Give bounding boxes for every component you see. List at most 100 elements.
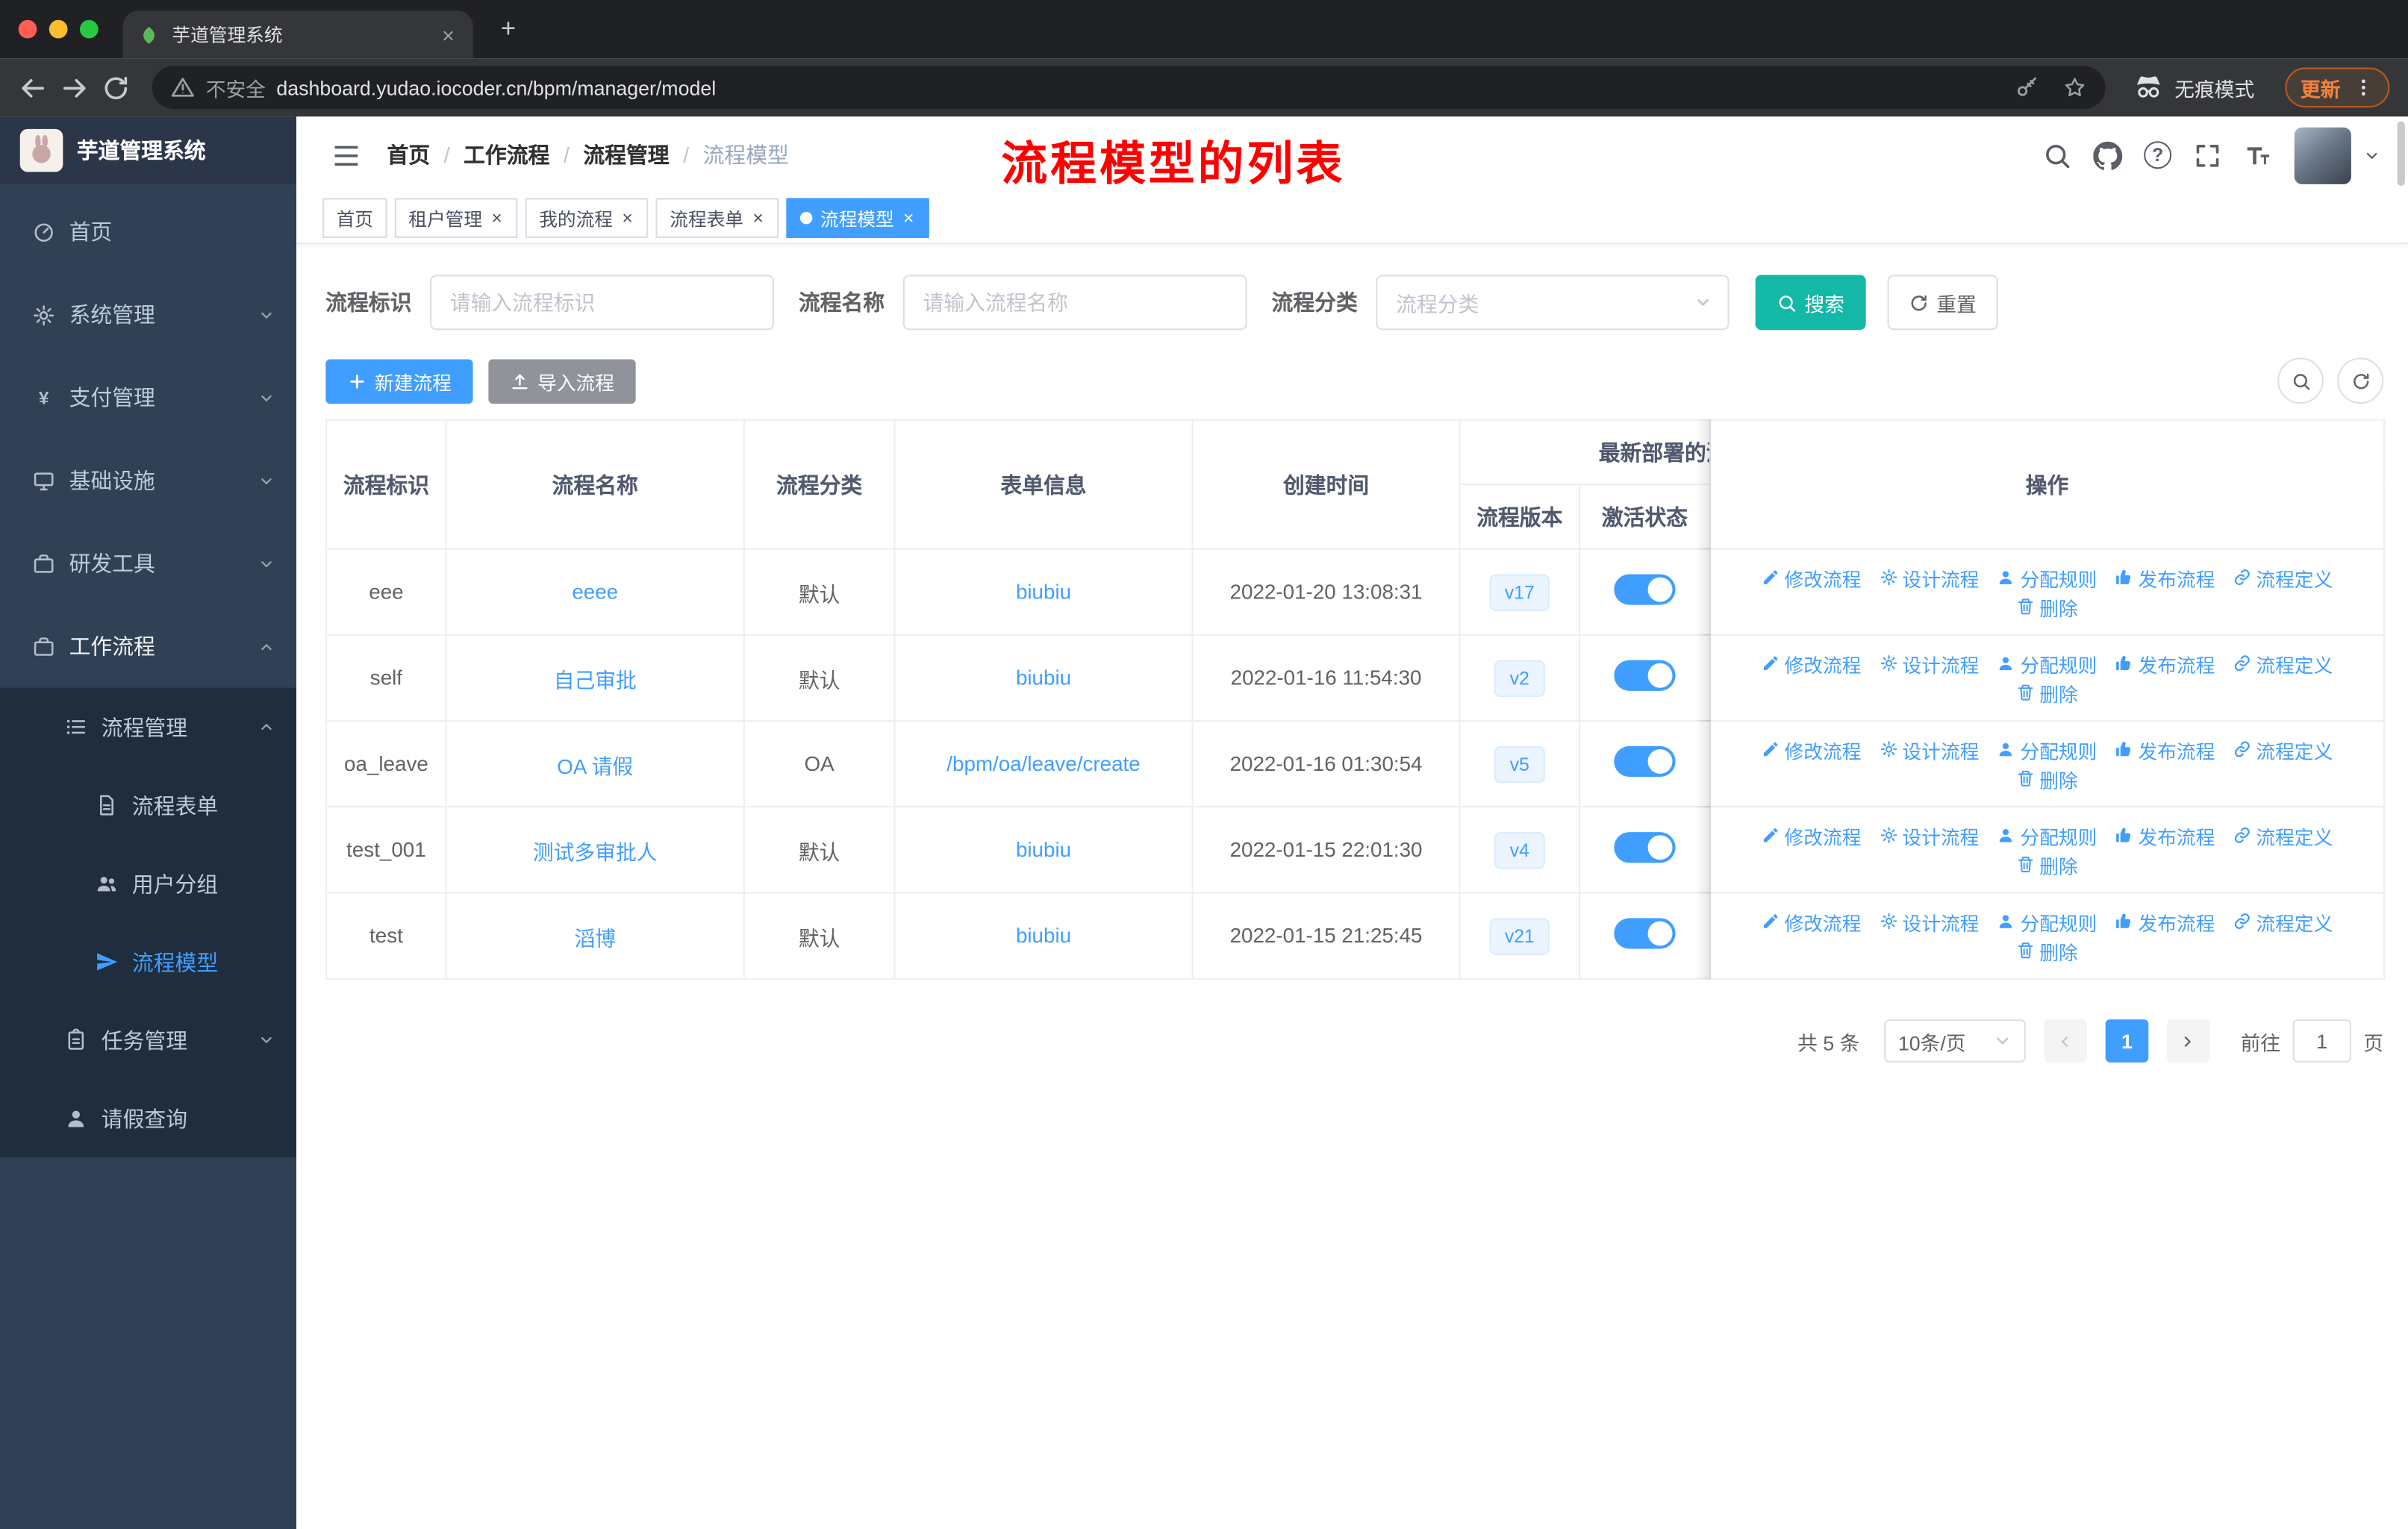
sidebar-toggle-hamburger-icon[interactable] [331,140,361,169]
page-scrollbar[interactable] [2397,121,2405,186]
new-tab-button[interactable]: + [488,9,528,49]
search-button[interactable]: 搜索 [1755,275,1866,331]
active-toggle[interactable] [1614,832,1676,863]
sidebar-item-leave-query[interactable]: 请假查询 [0,1079,296,1157]
current-page-button[interactable]: 1 [2105,1019,2149,1063]
design-process-link[interactable]: 设计流程 [1880,648,1979,678]
sidebar-item-dev-tools[interactable]: 研发工具 [0,522,296,605]
delete-link[interactable]: 删除 [2016,850,2078,879]
design-process-link[interactable]: 设计流程 [1880,907,1979,936]
reload-icon[interactable] [102,73,131,102]
sidebar-item-infrastructure[interactable]: 基础设施 [0,439,296,522]
form-info-link[interactable]: /bpm/oa/leave/create [946,752,1140,775]
delete-link[interactable]: 删除 [2016,678,2078,707]
avatar-caret-down-icon[interactable] [2363,146,2380,163]
design-process-link[interactable]: 设计流程 [1880,734,1979,763]
zoom-window-button[interactable] [79,19,99,39]
form-info-link[interactable]: biubiu [1016,838,1071,861]
tag-process-forms[interactable]: 流程表单 × [655,198,779,238]
process-name-input[interactable] [902,275,1247,331]
process-name-link[interactable]: 测试多审批人 [533,840,658,863]
not-secure-warning-icon[interactable] [170,75,195,100]
browser-tab[interactable]: 芋道管理系统 × [122,10,473,59]
process-definition-link[interactable]: 流程定义 [2233,907,2333,936]
assign-rules-link[interactable]: 分配规则 [1997,734,2097,763]
modify-process-link[interactable]: 修改流程 [1762,821,1861,850]
minimize-window-button[interactable] [49,19,68,39]
tag-my-processes[interactable]: 我的流程 × [525,198,649,238]
process-category-select[interactable]: 流程分类 [1376,275,1729,331]
sidebar-item-home[interactable]: 首页 [0,190,296,273]
import-process-button[interactable]: 导入流程 [488,358,636,404]
prev-page-button[interactable] [2044,1019,2087,1063]
publish-process-link[interactable]: 发布流程 [2115,563,2215,592]
delete-link[interactable]: 删除 [2016,936,2078,965]
active-toggle[interactable] [1614,660,1676,691]
design-process-link[interactable]: 设计流程 [1880,563,1979,592]
goto-page-input[interactable] [2292,1019,2351,1063]
process-definition-link[interactable]: 流程定义 [2233,563,2333,592]
create-process-button[interactable]: 新建流程 [325,358,473,404]
sidebar-item-payment-management[interactable]: 支付管理 [0,356,296,439]
modify-process-link[interactable]: 修改流程 [1762,648,1861,678]
process-id-input[interactable] [430,275,774,331]
sidebar-item-process-models[interactable]: 流程模型 [0,922,296,1001]
design-process-link[interactable]: 设计流程 [1880,821,1979,850]
delete-link[interactable]: 删除 [2016,592,2078,621]
sidebar-item-process-management[interactable]: 流程管理 [0,688,296,766]
sidebar-item-task-management[interactable]: 任务管理 [0,1001,296,1079]
sidebar-logo[interactable]: 芋道管理系统 [0,116,297,184]
address-bar[interactable]: 不安全 dashboard.yudao.iocoder.cn/bpm/manag… [152,66,2106,110]
publish-process-link[interactable]: 发布流程 [2115,821,2215,850]
browser-update-button[interactable]: 更新 [2285,67,2390,108]
sidebar-item-system-management[interactable]: 系统管理 [0,273,296,356]
next-page-button[interactable] [2166,1019,2210,1063]
password-key-icon[interactable] [2015,75,2039,100]
sidebar-item-user-groups[interactable]: 用户分组 [0,845,296,923]
tag-process-models-active[interactable]: 流程模型 × [786,198,930,238]
refresh-table-button[interactable] [2337,357,2384,404]
form-info-link[interactable]: biubiu [1016,581,1071,604]
back-icon[interactable] [19,73,48,102]
reset-button[interactable]: 重置 [1887,275,1998,331]
bookmark-star-icon[interactable] [2062,75,2087,100]
publish-process-link[interactable]: 发布流程 [2115,907,2215,936]
font-size-icon[interactable] [2244,140,2273,169]
delete-link[interactable]: 删除 [2016,764,2078,793]
assign-rules-link[interactable]: 分配规则 [1997,907,2097,936]
tag-close-icon[interactable]: × [902,209,916,228]
assign-rules-link[interactable]: 分配规则 [1997,821,2097,850]
publish-process-link[interactable]: 发布流程 [2115,734,2215,763]
breadcrumb-item[interactable]: 首页 [387,140,430,170]
browser-menu-kebab-icon[interactable] [2353,77,2374,99]
publish-process-link[interactable]: 发布流程 [2115,648,2215,678]
tag-close-icon[interactable]: × [490,209,504,228]
toggle-search-button[interactable] [2277,357,2324,404]
assign-rules-link[interactable]: 分配规则 [1997,563,2097,592]
breadcrumb-item[interactable]: 流程管理 [583,140,669,170]
process-name-link[interactable]: OA 请假 [557,754,633,778]
fullscreen-icon[interactable] [2193,140,2222,169]
active-toggle[interactable] [1614,918,1676,949]
sidebar-item-process-forms[interactable]: 流程表单 [0,766,296,845]
breadcrumb-item[interactable]: 工作流程 [464,140,549,170]
process-definition-link[interactable]: 流程定义 [2233,734,2333,763]
tag-home[interactable]: 首页 [322,198,387,238]
forward-icon[interactable] [60,73,89,102]
modify-process-link[interactable]: 修改流程 [1762,734,1861,763]
modify-process-link[interactable]: 修改流程 [1762,907,1861,936]
modify-process-link[interactable]: 修改流程 [1762,563,1861,592]
assign-rules-link[interactable]: 分配规则 [1997,648,2097,678]
help-icon[interactable]: ? [2144,141,2172,169]
github-icon[interactable] [2093,140,2122,169]
close-window-button[interactable] [18,19,37,39]
sidebar-item-workflow[interactable]: 工作流程 [0,605,296,688]
active-toggle[interactable] [1614,745,1676,778]
tag-close-icon[interactable]: × [620,209,634,228]
process-definition-link[interactable]: 流程定义 [2233,648,2333,678]
search-icon[interactable] [2042,140,2071,169]
form-info-link[interactable]: biubiu [1016,925,1071,948]
process-definition-link[interactable]: 流程定义 [2233,821,2333,850]
tag-tenant-management[interactable]: 租户管理 × [394,198,518,238]
process-name-link[interactable]: 自己审批 [554,669,637,692]
